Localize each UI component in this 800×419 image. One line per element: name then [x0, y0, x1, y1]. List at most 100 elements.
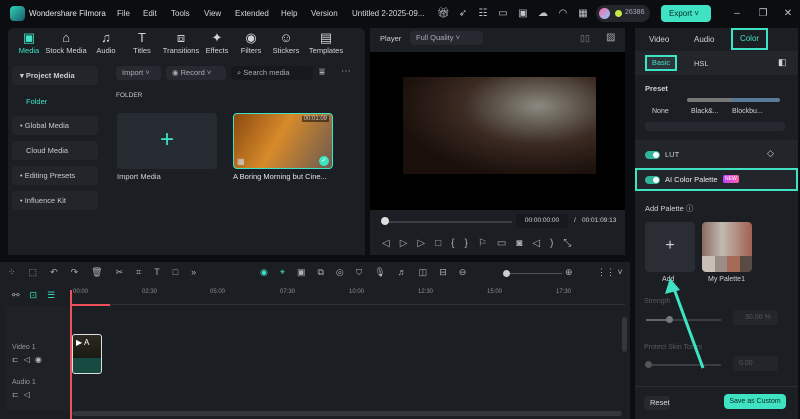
tab-media[interactable]: ▣Media [8, 30, 50, 55]
tab-audio-props[interactable]: Audio [694, 35, 714, 44]
ai-icon[interactable]: ◉ [260, 267, 280, 277]
protect-skin-input[interactable]: 0.00 [733, 356, 778, 371]
zoom-slider[interactable] [507, 273, 562, 274]
fullscreen-icon[interactable]: ⤡ [563, 238, 581, 249]
restore-icon[interactable]: ❐ [757, 8, 769, 20]
snapshot-icon[interactable]: ▨ [606, 32, 615, 43]
prev-frame-icon[interactable]: ◁ [382, 238, 400, 249]
audio-mix-icon[interactable]: ♬ [398, 267, 419, 277]
track-layout-icon[interactable]: ⋮⋮ ˅ [597, 267, 623, 278]
minimize-icon[interactable]: – [731, 8, 743, 20]
gift-icon[interactable]: 🎁︎ [437, 8, 449, 20]
timeline-scrollbar[interactable] [72, 411, 622, 416]
lut-toggle[interactable] [645, 151, 660, 159]
more-icon[interactable]: ⋯ [341, 66, 351, 77]
sidebar-item-cloud-media[interactable]: Cloud Media [12, 141, 98, 160]
sticker-icon[interactable]: ▣ [297, 267, 318, 277]
sidebar-item-project-media[interactable]: ▾ Project Media [12, 66, 98, 85]
layout-icon[interactable]: ▯▯ [580, 33, 590, 44]
zoom-in-icon[interactable]: ⊕ [565, 267, 573, 278]
add-palette-button[interactable]: + [645, 222, 695, 272]
reset-diamond-icon[interactable]: ◇ [767, 148, 774, 159]
reset-button[interactable]: Reset [644, 396, 670, 410]
zoom-out-icon[interactable]: ⊖ [459, 267, 479, 277]
more-tools-icon[interactable]: » [191, 267, 209, 277]
import-dropdown[interactable]: Import ˅ [116, 66, 161, 80]
speed-icon[interactable]: ◎ [336, 267, 356, 277]
magnet-icon[interactable]: ⊡ [30, 290, 48, 300]
headset-icon[interactable]: ◠ [557, 8, 569, 20]
preset-thumb-blockbuster[interactable] [732, 98, 780, 102]
playhead[interactable] [70, 290, 72, 419]
menu-extended[interactable]: Extended [235, 9, 269, 18]
export-button[interactable]: Export ˅ [661, 5, 711, 22]
stop-icon[interactable]: □ [435, 238, 451, 249]
subtab-basic[interactable]: Basic [645, 55, 677, 71]
credits-badge[interactable]: 26386 [596, 5, 650, 22]
menu-file[interactable]: File [117, 9, 130, 18]
tab-titles[interactable]: TTitles [121, 30, 163, 55]
strength-input[interactable]: 30.00 % [733, 310, 778, 325]
snap-icon[interactable]: ⌖ [280, 267, 297, 277]
help-icon[interactable]: ⓘ [686, 204, 694, 213]
task-icon[interactable]: ☷ [477, 8, 489, 20]
menu-tools[interactable]: Tools [171, 9, 190, 18]
speaker-icon[interactable]: ◁ [24, 390, 35, 399]
menu-version[interactable]: Version [311, 9, 338, 18]
crop-icon[interactable]: ⌗ [136, 267, 154, 277]
track-add-icon[interactable]: ☰ [47, 290, 65, 300]
tab-video[interactable]: Video [649, 35, 669, 44]
quality-dropdown[interactable]: Full Quality ˅ [410, 31, 483, 45]
marker-icon[interactable]: ⚐ [478, 238, 497, 249]
tab-stickers[interactable]: ☺Stickers [265, 30, 307, 55]
cloud-icon[interactable]: ☁ [537, 8, 549, 20]
menu-view[interactable]: View [204, 9, 221, 18]
text-icon[interactable]: T [154, 267, 173, 277]
mark-out-icon[interactable]: } [465, 238, 478, 249]
timeline-clip[interactable]: ▶ A [72, 334, 102, 374]
zoom-handle[interactable] [503, 270, 510, 277]
subtab-hsl[interactable]: HSL [694, 59, 709, 68]
compare-icon[interactable]: ◧ [778, 57, 787, 68]
sidebar-item-folder[interactable]: Folder [26, 97, 47, 106]
tab-color[interactable]: Color [731, 28, 768, 50]
preset-blockbuster[interactable]: Blockbu... [732, 108, 763, 115]
redo-icon[interactable]: ↷ [71, 267, 92, 277]
shield-icon[interactable]: ⛉ [356, 267, 374, 277]
vertical-scrollbar[interactable] [622, 317, 627, 352]
folder-icon[interactable]: ⊏ [12, 355, 24, 364]
link-icon[interactable]: ⚯ [12, 290, 30, 300]
eye-icon[interactable]: ◉ [35, 355, 47, 364]
tab-stock-media[interactable]: ⌂Stock Media [45, 30, 87, 55]
grid-icon[interactable]: ▦ [577, 8, 589, 20]
rocket-icon[interactable]: ➶ [457, 8, 469, 20]
my-palette-thumbnail[interactable] [702, 222, 752, 272]
folder-icon[interactable]: ⊏ [12, 390, 24, 399]
progress-handle[interactable] [381, 217, 389, 225]
step-play-icon[interactable]: ▷ [400, 238, 418, 249]
search-input[interactable]: ⌕ Search media [231, 66, 313, 80]
multicam-icon[interactable]: ⧉ [317, 267, 335, 277]
progress-track[interactable] [384, 221, 512, 223]
save-as-custom-button[interactable]: Save as Custom [724, 394, 786, 409]
menu-edit[interactable]: Edit [143, 9, 157, 18]
preset-thumb-blackwhite[interactable] [687, 98, 735, 102]
shape-icon[interactable]: □ [173, 267, 191, 277]
preset-none[interactable]: None [652, 108, 669, 115]
close-icon[interactable]: ✕ [782, 8, 794, 20]
mark-in-icon[interactable]: { [451, 238, 464, 249]
filter-icon[interactable]: ⩸ [319, 67, 325, 78]
volume-icon[interactable]: ◁) [532, 238, 563, 249]
undo-icon[interactable]: ↶ [50, 267, 71, 277]
preset-scrollbar[interactable] [645, 122, 785, 131]
delete-icon[interactable]: 🗑︎ [91, 267, 115, 277]
ai-palette-toggle[interactable] [645, 176, 660, 184]
play-icon[interactable]: ▷ [417, 238, 435, 249]
screen-icon[interactable]: ▭ [497, 8, 509, 20]
preset-blackwhite[interactable]: Black&... [691, 108, 719, 115]
display-icon[interactable]: ▭ [497, 238, 516, 249]
layout-icon[interactable]: ⁘ [8, 267, 29, 277]
record-dropdown[interactable]: ◉ Record ˅ [166, 66, 226, 80]
select-icon[interactable]: ⬚ [29, 267, 51, 277]
cut-icon[interactable]: ✂ [116, 267, 137, 277]
